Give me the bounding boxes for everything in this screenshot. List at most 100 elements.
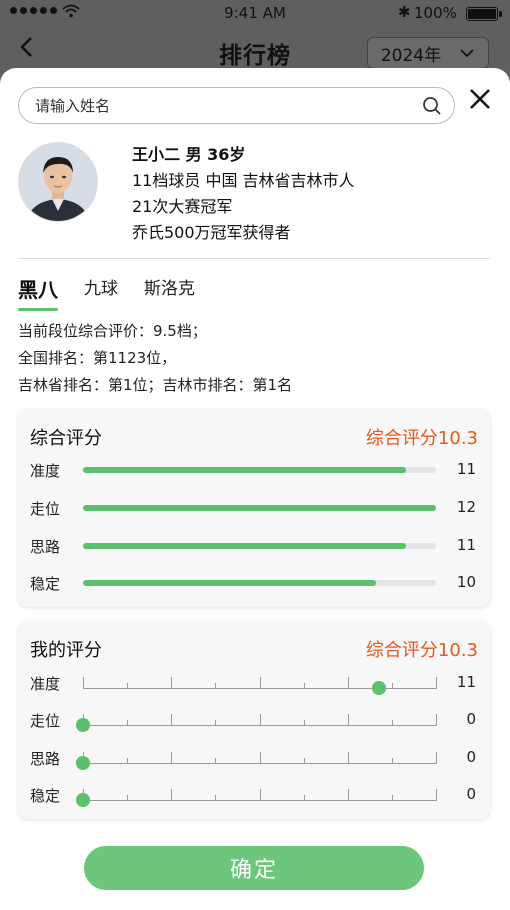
- search-icon[interactable]: [422, 96, 442, 116]
- slider-tick: [127, 683, 129, 689]
- rating-label: 走位: [30, 500, 61, 518]
- my-rating-card: 我的评分 综合评分10.3 准度 11 走位 0 思路 0 稳定 0: [18, 621, 490, 819]
- slider-tick: [215, 795, 217, 801]
- slider-tick: [391, 683, 393, 689]
- overall-rating-row: 准度 11: [30, 458, 478, 482]
- overall-rating-title: 综合评分: [30, 428, 102, 449]
- rating-value: 0: [466, 785, 476, 803]
- rating-slider[interactable]: [83, 671, 437, 695]
- rating-bar-fill: [83, 543, 406, 549]
- close-icon[interactable]: [466, 85, 494, 113]
- slider-tick: [215, 720, 217, 726]
- slider-tick: [215, 683, 217, 689]
- slider-tick: [127, 720, 129, 726]
- avatar: [18, 142, 98, 222]
- slider-tick: [127, 795, 129, 801]
- slider-tick: [171, 677, 173, 689]
- confirm-button[interactable]: 确定: [84, 846, 424, 890]
- battery-percent: 100%: [414, 4, 457, 22]
- tab-snooker[interactable]: 斯洛克: [144, 274, 195, 307]
- rating-bar-fill: [83, 505, 436, 511]
- slider-tick: [259, 789, 261, 801]
- my-rating-row: 准度 11: [30, 671, 478, 695]
- slider-tick: [259, 677, 261, 689]
- player-titles-line: 21次大赛冠军: [132, 197, 233, 216]
- rating-bar-fill: [83, 467, 406, 473]
- my-rating-row: 思路 0: [30, 746, 478, 770]
- player-award-line: 乔氏500万冠军获得者: [132, 223, 291, 242]
- slider-knob[interactable]: [76, 718, 90, 732]
- slider-tick: [436, 677, 437, 689]
- rating-bar-fill: [83, 580, 376, 586]
- slider-tick: [303, 720, 305, 726]
- overall-rating-card: 综合评分 综合评分10.3 准度 11 走位 12 思路 11 稳定 10: [18, 409, 490, 607]
- tab-nine-ball[interactable]: 九球: [84, 274, 118, 307]
- slider-tick: [436, 714, 437, 726]
- slider-knob[interactable]: [76, 793, 90, 807]
- slider-tick: [303, 795, 305, 801]
- slider-tick: [171, 714, 173, 726]
- slider-tick: [127, 758, 129, 764]
- slider-tick: [391, 795, 393, 801]
- rating-label: 思路: [30, 750, 61, 768]
- slider-tick: [347, 714, 349, 726]
- ranking-stats: 当前段位综合评价：9.5档； 全国排名：第1123位， 吉林省排名：第1位；吉林…: [18, 318, 292, 399]
- game-type-tabs: 黑八 九球 斯洛克: [18, 274, 195, 311]
- overall-rating-score: 综合评分10.3: [365, 428, 478, 449]
- stat-national-rank: 全国排名：第1123位，: [18, 349, 177, 367]
- status-bar: 9:41 AM ✱ 100%: [0, 0, 510, 26]
- rating-value: 0: [466, 710, 476, 728]
- rating-label: 准度: [30, 462, 61, 480]
- overall-rating-row: 走位 12: [30, 496, 478, 520]
- player-name-line: 王小二 男 36岁: [132, 145, 246, 164]
- rating-label: 思路: [30, 538, 61, 556]
- player-info: 王小二 男 36岁 11档球员 中国 吉林省吉林市人 21次大赛冠军 乔氏500…: [132, 142, 355, 246]
- slider-tick: [259, 752, 261, 764]
- slider-tick: [436, 752, 437, 764]
- rating-value: 11: [456, 673, 476, 691]
- rating-label: 稳定: [30, 787, 61, 805]
- slider-tick: [259, 714, 261, 726]
- player-level-line: 11档球员 中国 吉林省吉林市人: [132, 171, 355, 190]
- slider-tick: [347, 789, 349, 801]
- my-rating-row: 稳定 0: [30, 783, 478, 807]
- slider-knob[interactable]: [372, 681, 387, 695]
- rating-label: 准度: [30, 675, 61, 693]
- slider-knob[interactable]: [76, 756, 90, 770]
- rating-value: 0: [466, 748, 476, 766]
- my-rating-title: 我的评分: [30, 640, 102, 661]
- slider-tick: [171, 789, 173, 801]
- player-profile: 王小二 男 36岁 11档球员 中国 吉林省吉林市人 21次大赛冠军 乔氏500…: [18, 142, 488, 252]
- rating-bar: [83, 467, 436, 473]
- bluetooth-icon: ✱: [398, 3, 411, 21]
- stat-regional-rank: 吉林省排名：第1位；吉林市排名：第1名: [18, 376, 293, 394]
- slider-tick: [347, 752, 349, 764]
- slider-tick: [171, 752, 173, 764]
- year-dropdown[interactable]: 2024年: [367, 37, 489, 69]
- player-detail-sheet: 王小二 男 36岁 11档球员 中国 吉林省吉林市人 21次大赛冠军 乔氏500…: [0, 68, 510, 910]
- rating-slider[interactable]: [76, 708, 437, 732]
- slider-tick: [436, 789, 437, 801]
- divider: [18, 258, 490, 259]
- search-bar: [18, 87, 455, 124]
- search-input[interactable]: [33, 95, 422, 116]
- rating-value: 12: [456, 498, 476, 516]
- rating-bar: [83, 580, 436, 586]
- rating-bar: [83, 543, 436, 549]
- rating-bar: [83, 505, 436, 511]
- slider-tick: [391, 758, 393, 764]
- slider-tick: [347, 677, 349, 689]
- tab-eight-ball[interactable]: 黑八: [18, 274, 58, 311]
- rating-slider[interactable]: [76, 746, 437, 770]
- chevron-down-icon: [460, 49, 474, 58]
- my-rating-score: 综合评分10.3: [365, 640, 478, 661]
- rating-label: 走位: [30, 712, 61, 730]
- rating-slider[interactable]: [76, 783, 437, 807]
- overall-rating-row: 稳定 10: [30, 571, 478, 595]
- slider-tick: [303, 758, 305, 764]
- slider-tick: [215, 758, 217, 764]
- overall-rating-row: 思路 11: [30, 534, 478, 558]
- slider-tick: [303, 683, 305, 689]
- rating-value: 11: [456, 460, 476, 478]
- rating-label: 稳定: [30, 575, 61, 593]
